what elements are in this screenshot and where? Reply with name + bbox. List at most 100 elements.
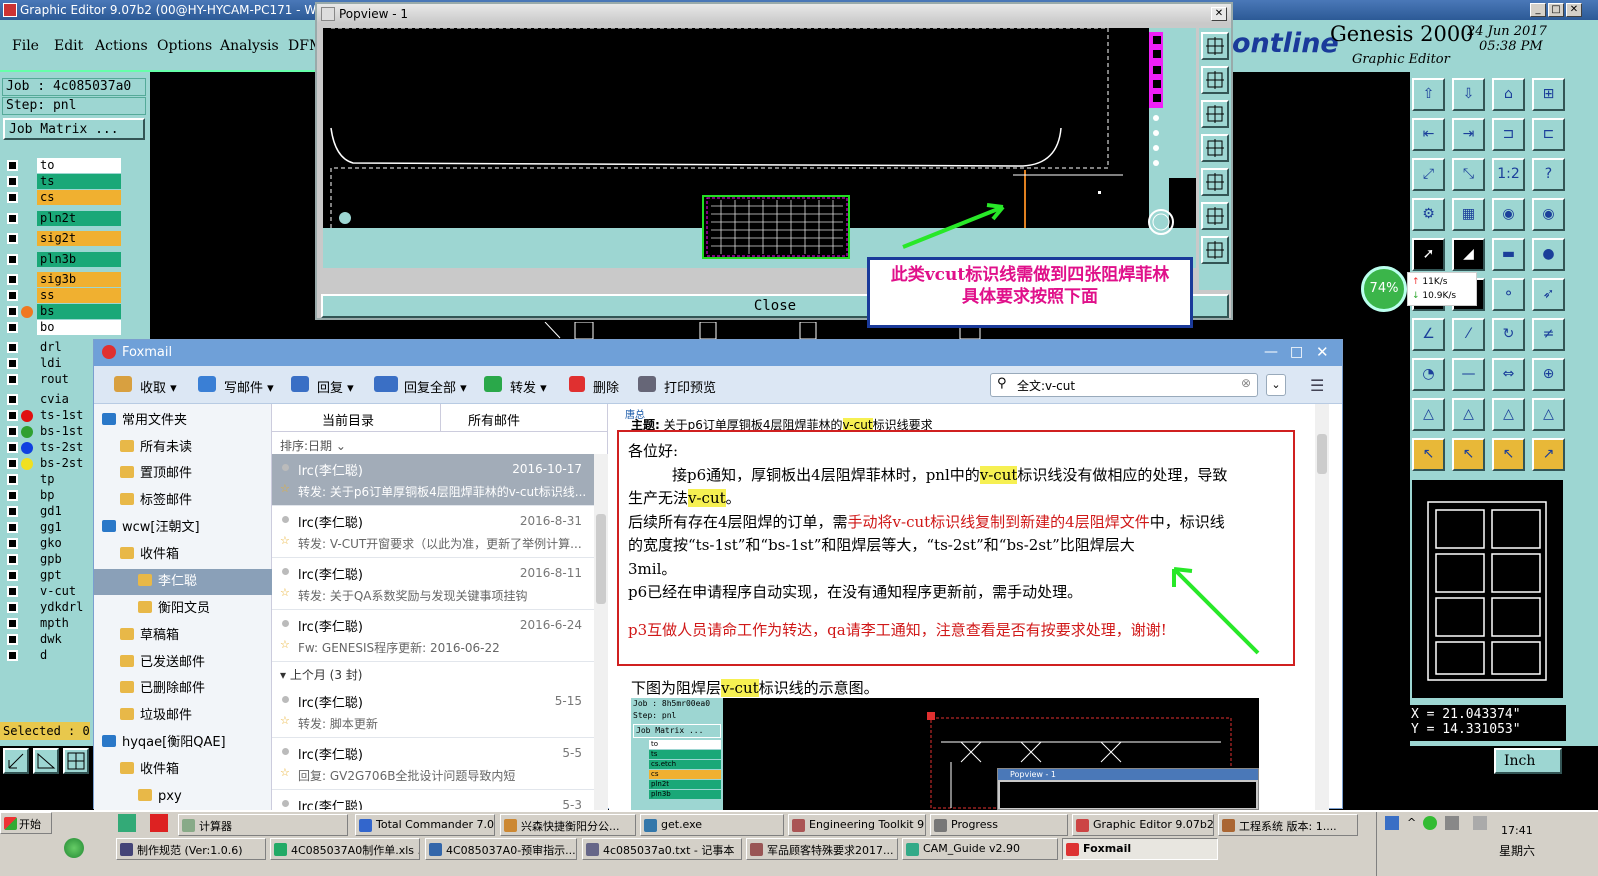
mail-list-scrollbar[interactable] (594, 454, 608, 810)
layer-row-pln2t[interactable]: pln2t (4, 211, 121, 226)
popview-canvas[interactable] (323, 27, 1196, 268)
layer-checkbox[interactable] (7, 233, 18, 244)
taskbar-button[interactable]: 工程系统 版本: 1.... (1218, 814, 1358, 836)
folder-item[interactable]: 衡阳文员 (94, 596, 272, 622)
popview-tool-icon[interactable] (1201, 134, 1229, 162)
tool-button-icon[interactable]: ⤢ (1412, 158, 1445, 191)
layer-checkbox[interactable] (7, 358, 18, 369)
layer-checkbox[interactable] (7, 274, 18, 285)
tool-button-icon[interactable]: △ (1492, 398, 1525, 431)
tool-grid-icon[interactable] (63, 748, 89, 774)
layer-row-bo[interactable]: bo (4, 320, 121, 335)
maximize-button[interactable]: □ (1548, 3, 1564, 17)
tray-expand-icon[interactable]: ^ (1407, 816, 1416, 829)
search-input[interactable]: 全文:v-cut (1017, 377, 1075, 394)
taskbar-button[interactable]: CAM_Guide v2.90 (902, 838, 1058, 860)
taskbar-button[interactable]: 兴森快捷衡阳分公... (500, 814, 636, 836)
mail-row[interactable]: lrc(李仁聪) 2016-6-24 ☆ Fw: GENESIS程序更新: 2016-… (272, 610, 594, 662)
tool-button-icon[interactable]: ⊐ (1492, 118, 1525, 151)
layer-row-bs[interactable]: bs (4, 304, 121, 319)
star-icon[interactable]: ☆ (280, 714, 290, 727)
star-icon[interactable]: ☆ (280, 586, 290, 599)
job-matrix-button[interactable]: Job Matrix ... (3, 118, 145, 140)
tool-button-icon[interactable]: — (1452, 358, 1485, 391)
folder-item[interactable]: 李仁聪 (94, 569, 272, 595)
folder-item[interactable]: 垃圾邮件 (94, 703, 272, 729)
clear-search-icon[interactable]: ⊗ (1241, 376, 1251, 390)
tool-button-icon[interactable]: ◔ (1412, 358, 1445, 391)
tool-button-icon[interactable]: ⇥ (1452, 118, 1485, 151)
tool-button-icon[interactable]: ⚬ (1492, 278, 1525, 311)
tool-button-icon[interactable]: △ (1532, 398, 1565, 431)
layer-checkbox[interactable] (7, 474, 18, 485)
menu-actions[interactable]: Actions (95, 38, 148, 54)
layer-checkbox[interactable] (7, 634, 18, 645)
tool-button-icon[interactable]: ▬ (1492, 238, 1525, 271)
popview-tool-icon[interactable] (1201, 236, 1229, 264)
tab-current-folder[interactable]: 当前目录 (322, 410, 374, 429)
sort-label[interactable]: 排序:日期 ⌄ (280, 437, 346, 454)
taskbar-button[interactable]: Engineering Toolkit 9.... (788, 814, 926, 836)
folder-item[interactable]: 标签邮件 (94, 488, 272, 514)
layer-checkbox[interactable] (7, 192, 18, 203)
layer-checkbox[interactable] (7, 394, 18, 405)
layer-checkbox[interactable] (7, 176, 18, 187)
taskbar-button[interactable]: 4C085037A0制作单.xls ... (270, 838, 420, 860)
tool-button-icon[interactable]: 1:2 (1492, 158, 1525, 191)
folder-item[interactable]: hyqae[衡阳QAE] (94, 730, 272, 756)
layer-checkbox[interactable] (7, 458, 18, 469)
tab-all-mail[interactable]: 所有邮件 (468, 410, 520, 429)
close-button[interactable]: ✕ (1566, 3, 1582, 17)
folder-item[interactable]: 已发送邮件 (94, 650, 272, 676)
menu-file[interactable]: File (12, 38, 39, 54)
layer-row-cs[interactable]: cs (4, 190, 121, 205)
layer-row-ss[interactable]: ss (4, 288, 121, 303)
layer-row-to[interactable]: to (4, 158, 121, 173)
layer-row-sig2t[interactable]: sig2t (4, 231, 121, 246)
tool-button-icon[interactable]: ◉ (1532, 198, 1565, 231)
mail-row[interactable]: lrc(李仁聪) 2016-8-31 ☆ 转发: V-CUT开窗要求（以此为准，更新了… (272, 506, 594, 558)
popview-tool-icon[interactable] (1201, 32, 1229, 60)
tool-button-icon[interactable]: ➶ (1532, 278, 1565, 311)
layer-checkbox[interactable] (7, 322, 18, 333)
taskbar-button[interactable]: 制作规范 (Ver:1.0.6) (116, 838, 266, 860)
forward-button[interactable]: 转发 ▾ (484, 376, 547, 396)
tool-button-icon[interactable]: ↗ (1532, 438, 1565, 471)
tool-button-icon[interactable]: ⊕ (1532, 358, 1565, 391)
layer-checkbox[interactable] (7, 506, 18, 517)
tray-icon-2[interactable] (1423, 816, 1437, 830)
tool-measure-icon[interactable] (33, 748, 59, 774)
tool-button-icon[interactable]: ⇤ (1412, 118, 1445, 151)
layer-checkbox[interactable] (7, 342, 18, 353)
taskbar-button[interactable]: 计算器 (178, 814, 348, 836)
layer-checkbox[interactable] (7, 442, 18, 453)
tool-button-icon[interactable]: ≠ (1532, 318, 1565, 351)
taskbar-button[interactable]: Progress (930, 814, 1068, 836)
start-button[interactable]: 开始 (0, 812, 52, 834)
folder-item[interactable]: 置顶邮件 (94, 461, 272, 487)
tool-button-icon[interactable]: ? (1532, 158, 1565, 191)
reply-all-button[interactable]: 回复全部 ▾ (374, 376, 467, 396)
layer-checkbox[interactable] (7, 254, 18, 265)
layer-checkbox[interactable] (7, 650, 18, 661)
layer-checkbox[interactable] (7, 586, 18, 597)
star-icon[interactable]: ☆ (280, 482, 290, 495)
tool-button-icon[interactable]: ⊞ (1532, 78, 1565, 111)
tool-button-icon[interactable]: ⇩ (1452, 78, 1485, 111)
tool-button-icon[interactable]: ● (1532, 238, 1565, 271)
layer-checkbox[interactable] (7, 602, 18, 613)
layer-checkbox[interactable] (7, 490, 18, 501)
layer-checkbox[interactable] (7, 410, 18, 421)
taskbar-button[interactable]: Foxmail (1062, 838, 1218, 860)
tool-button-icon[interactable]: ∠ (1412, 318, 1445, 351)
foxmail-maximize-icon[interactable]: □ (1290, 344, 1303, 360)
layer-row-pln3b[interactable]: pln3b (4, 252, 121, 267)
folder-item[interactable]: 常用文件夹 (94, 408, 272, 434)
volume-tray-icon[interactable] (1473, 816, 1487, 830)
minimize-button[interactable]: _ (1530, 3, 1546, 17)
menu-icon[interactable]: ☰ (1310, 376, 1324, 395)
mail-row[interactable]: lrc(李仁聪) 2016-8-11 ☆ 转发: 关于QA系数奖励与发现关键事项挂钩 (272, 558, 594, 610)
popview-tool-icon[interactable] (1201, 168, 1229, 196)
taskbar-button[interactable]: Total Commander 7.0... (355, 814, 495, 836)
reply-button[interactable]: 回复 ▾ (291, 376, 354, 396)
